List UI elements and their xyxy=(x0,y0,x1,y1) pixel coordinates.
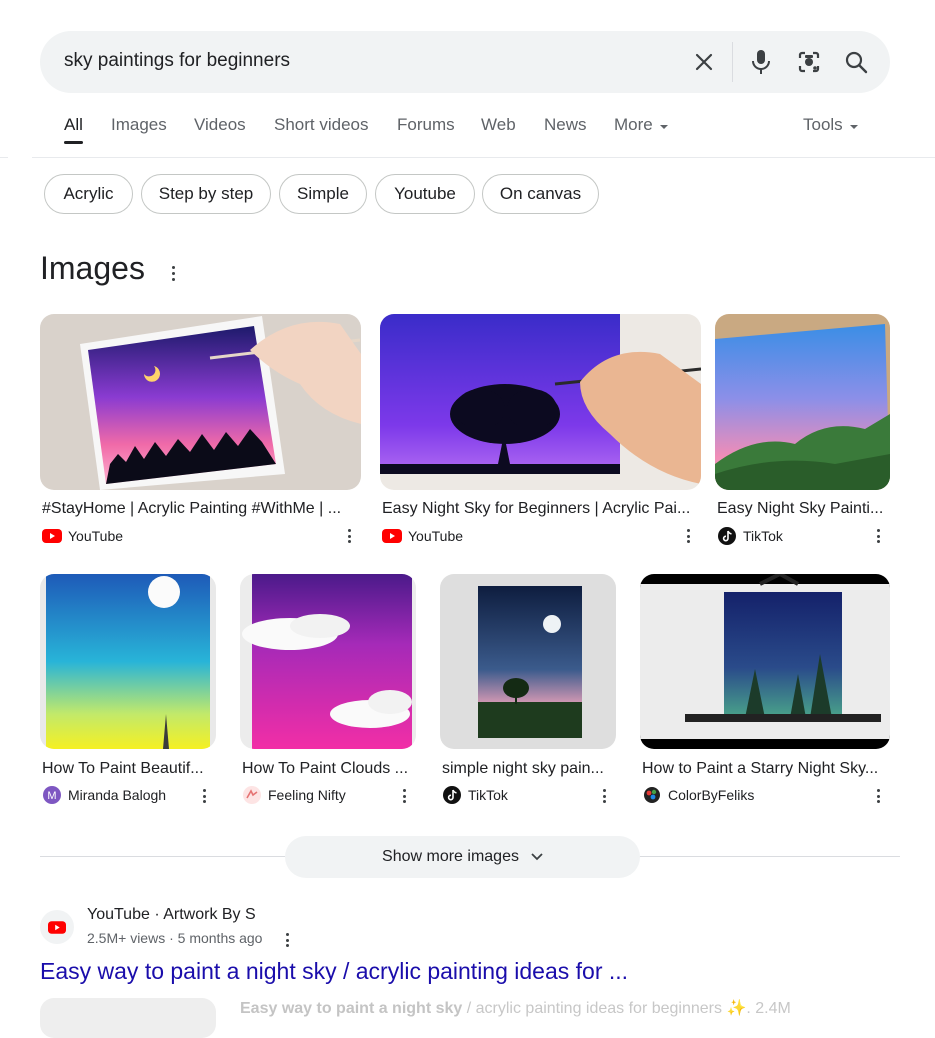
microphone-icon[interactable] xyxy=(747,48,775,76)
letter-m-icon: M xyxy=(42,785,62,805)
result-thumbnail[interactable] xyxy=(40,998,216,1038)
chip-simple[interactable]: Simple xyxy=(279,174,367,214)
image-more-icon[interactable] xyxy=(876,529,880,543)
image-title[interactable]: How To Paint Clouds ... xyxy=(242,760,414,778)
tab-images[interactable]: Images xyxy=(111,115,167,135)
image-source-name: YouTube xyxy=(408,528,464,544)
search-input[interactable]: sky paintings for beginners xyxy=(64,50,290,72)
youtube-icon xyxy=(42,526,62,546)
image-more-icon[interactable] xyxy=(347,529,351,543)
image-source[interactable]: ColorByFeliks xyxy=(642,785,754,805)
chevron-down-icon xyxy=(531,848,543,866)
image-more-icon[interactable] xyxy=(202,789,206,803)
tabs-divider xyxy=(32,157,935,158)
tab-more-label: More xyxy=(614,115,653,134)
show-more-images-label: Show more images xyxy=(382,848,519,865)
tab-forums[interactable]: Forums xyxy=(397,115,455,135)
youtube-icon xyxy=(382,526,402,546)
image-source[interactable]: YouTube xyxy=(42,526,123,546)
result-more-icon[interactable] xyxy=(285,933,289,947)
image-source[interactable]: M Miranda Balogh xyxy=(42,785,166,805)
search-bar[interactable]: sky paintings for beginners xyxy=(40,31,890,93)
chip-on-canvas[interactable]: On canvas xyxy=(482,174,599,214)
image-source-name: TikTok xyxy=(468,787,508,803)
tab-web[interactable]: Web xyxy=(481,115,516,135)
result-snippet: Easy way to paint a night sky / acrylic … xyxy=(240,998,791,1018)
image-title[interactable]: simple night sky pain... xyxy=(442,760,614,778)
image-more-icon[interactable] xyxy=(686,529,690,543)
image-more-icon[interactable] xyxy=(602,789,606,803)
image-source[interactable]: TikTok xyxy=(442,785,508,805)
image-thumbnail[interactable] xyxy=(240,574,416,749)
lens-icon[interactable] xyxy=(795,48,823,76)
image-title[interactable]: Easy Night Sky for Beginners | Acrylic P… xyxy=(382,500,700,518)
image-source-name: Miranda Balogh xyxy=(68,787,167,803)
result-snippet-rest: / acrylic painting ideas for beginners ✨… xyxy=(462,1000,791,1017)
image-source[interactable]: TikTok xyxy=(717,526,783,546)
image-source-name: TikTok xyxy=(743,528,783,544)
caret-down-icon xyxy=(849,115,859,135)
show-more-images-button[interactable]: Show more images xyxy=(285,836,640,878)
image-more-icon[interactable] xyxy=(402,789,406,803)
search-icon[interactable] xyxy=(842,48,870,76)
chip-acrylic[interactable]: Acrylic xyxy=(44,174,133,214)
svg-text:M: M xyxy=(47,790,56,802)
image-source-name: YouTube xyxy=(68,528,124,544)
close-icon[interactable] xyxy=(690,48,718,76)
result-title-link[interactable]: Easy way to paint a night sky / acrylic … xyxy=(40,958,628,985)
image-thumbnail[interactable] xyxy=(380,314,701,490)
tab-videos[interactable]: Videos xyxy=(194,115,246,135)
image-title[interactable]: Easy Night Sky Painti... xyxy=(717,500,887,518)
image-title[interactable]: How To Paint Beautif... xyxy=(42,760,214,778)
image-title[interactable]: How to Paint a Starry Night Sky... xyxy=(642,760,888,778)
image-thumbnail[interactable] xyxy=(40,574,216,749)
image-source[interactable]: YouTube xyxy=(382,526,463,546)
image-thumbnail[interactable] xyxy=(715,314,890,490)
search-bar-divider xyxy=(732,42,733,82)
tab-news[interactable]: News xyxy=(544,115,587,135)
chip-step-by-step[interactable]: Step by step xyxy=(141,174,271,214)
caret-down-icon xyxy=(659,115,669,135)
youtube-favicon-icon[interactable] xyxy=(40,910,74,944)
result-snippet-bold: Easy way to paint a night sky xyxy=(240,1000,463,1017)
feeling-nifty-icon xyxy=(242,785,262,805)
image-thumbnail[interactable] xyxy=(640,574,890,749)
images-more-icon[interactable] xyxy=(171,266,175,281)
tab-short-videos[interactable]: Short videos xyxy=(274,115,369,135)
tab-more[interactable]: More xyxy=(614,115,669,135)
colorbyfeliks-icon xyxy=(642,785,662,805)
images-section-title: Images xyxy=(40,250,145,286)
image-source[interactable]: Feeling Nifty xyxy=(242,785,346,805)
tiktok-icon xyxy=(717,526,737,546)
image-source-name: Feeling Nifty xyxy=(268,787,346,803)
image-source-name: ColorByFeliks xyxy=(668,787,755,803)
tools-label: Tools xyxy=(803,115,843,134)
tab-all[interactable]: All xyxy=(64,115,83,135)
image-more-icon[interactable] xyxy=(876,789,880,803)
tools-button[interactable]: Tools xyxy=(803,115,859,135)
result-site-name[interactable]: YouTube · Artwork By S xyxy=(87,906,256,924)
image-thumbnail[interactable] xyxy=(40,314,361,490)
tiktok-icon xyxy=(442,785,462,805)
active-tab-indicator xyxy=(64,141,83,144)
result-meta: 2.5M+ views · 5 months ago xyxy=(87,930,263,946)
tabs-divider-left xyxy=(0,157,8,158)
image-thumbnail[interactable] xyxy=(440,574,616,749)
image-title[interactable]: #StayHome | Acrylic Painting #WithMe | .… xyxy=(42,500,360,518)
chip-youtube[interactable]: Youtube xyxy=(375,174,475,214)
